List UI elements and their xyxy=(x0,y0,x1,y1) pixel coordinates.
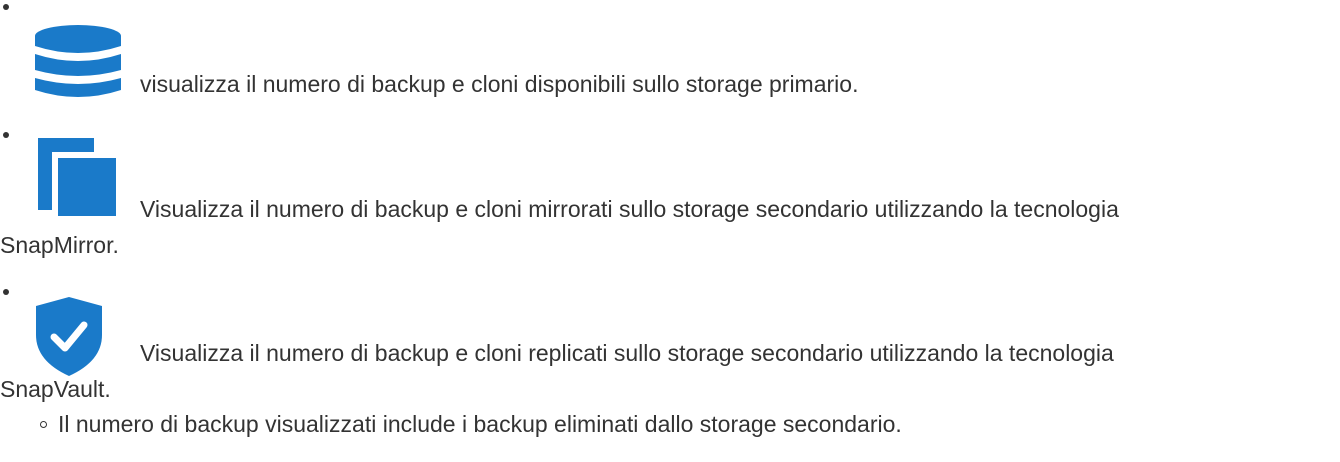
sub-list-item: Il numero di backup visualizzati include… xyxy=(0,405,1340,445)
item-text-line1: Visualizza il numero di backup e cloni m… xyxy=(140,196,1119,222)
item-text-line2: SnapVault. xyxy=(0,376,111,402)
list-item-snapvault: Visualizza il numero di backup e cloni r… xyxy=(0,285,1340,405)
list-item-primary-storage: visualizza il numero di backup e cloni d… xyxy=(0,0,1340,110)
database-icon xyxy=(34,24,122,107)
item-text: visualizza il numero di backup e cloni d… xyxy=(140,71,859,97)
bullet xyxy=(3,132,9,138)
bullet xyxy=(3,4,9,10)
sub-item-text: Il numero di backup visualizzati include… xyxy=(58,411,902,437)
bullet xyxy=(3,289,9,295)
item-text-line1: Visualizza il numero di backup e cloni r… xyxy=(140,340,1114,366)
shield-check-icon xyxy=(34,297,104,383)
item-text-line2: SnapMirror. xyxy=(0,232,119,258)
sub-bullet xyxy=(40,421,47,428)
copy-icon xyxy=(34,138,122,224)
list-item-snapmirror: Visualizza il numero di backup e cloni m… xyxy=(0,118,1340,268)
